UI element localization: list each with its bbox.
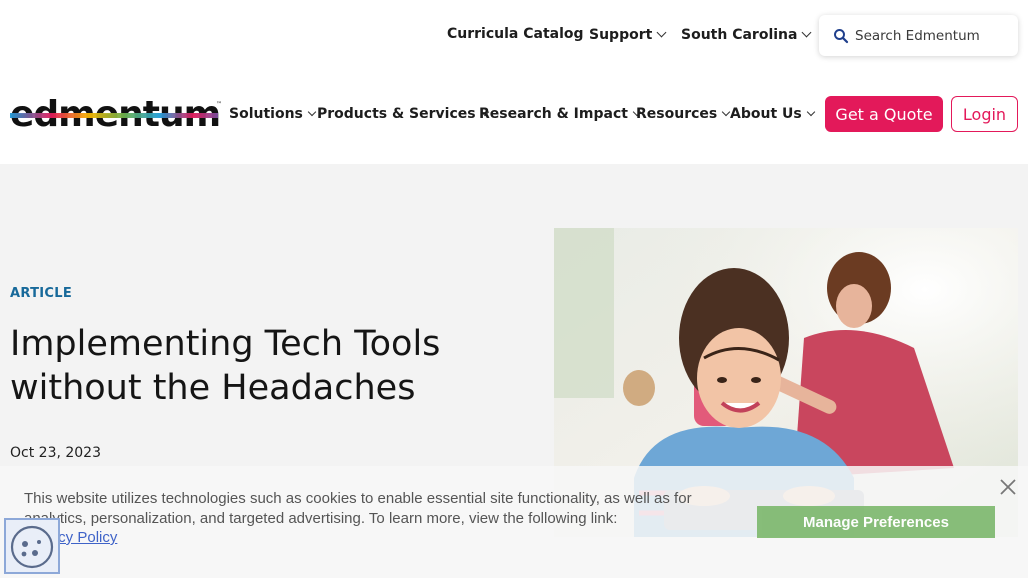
nav-about-label: About Us xyxy=(730,106,802,122)
nav-resources[interactable]: Resources xyxy=(636,106,731,122)
search-box[interactable] xyxy=(819,15,1018,56)
article-eyebrow: ARTICLE xyxy=(10,286,72,301)
cookie-icon xyxy=(10,525,54,569)
chevron-down-icon xyxy=(806,107,815,117)
nav-solutions[interactable]: Solutions xyxy=(229,106,317,122)
nav-resources-label: Resources xyxy=(636,106,718,122)
login-button[interactable]: Login xyxy=(951,96,1018,132)
region-selector[interactable]: South Carolina xyxy=(681,27,812,43)
nav-about-us[interactable]: About Us xyxy=(730,106,815,122)
curricula-catalog-link[interactable]: Curricula Catalog xyxy=(447,26,584,42)
get-a-quote-button[interactable]: Get a Quote xyxy=(825,96,943,132)
chevron-down-icon xyxy=(307,107,317,117)
edmentum-logo[interactable]: edmentum ™ xyxy=(10,94,224,135)
manage-preferences-button[interactable]: Manage Preferences xyxy=(757,506,995,538)
cookie-settings-badge[interactable] xyxy=(4,518,60,574)
nav-research-impact[interactable]: Research & Impact xyxy=(479,106,642,122)
support-label: Support xyxy=(589,27,653,43)
edmentum-logo-image: edmentum ™ xyxy=(10,94,222,135)
article-date: Oct 23, 2023 xyxy=(10,445,101,461)
utility-bar: Curricula Catalog Support South Carolina xyxy=(0,0,1028,72)
cookie-banner: This website utilizes technologies such … xyxy=(0,466,1028,578)
support-menu[interactable]: Support xyxy=(589,27,667,43)
page-title: Implementing Tech Tools without the Head… xyxy=(10,324,441,408)
nav-products-services[interactable]: Products & Services xyxy=(317,106,489,122)
main-nav: edmentum ™ Solutions Products & Services… xyxy=(0,82,1028,146)
cookie-text: This website utilizes technologies such … xyxy=(24,490,692,527)
nav-solutions-label: Solutions xyxy=(229,106,303,122)
close-icon[interactable] xyxy=(999,478,1017,496)
nav-products-label: Products & Services xyxy=(317,106,476,122)
region-label: South Carolina xyxy=(681,27,798,43)
search-input[interactable] xyxy=(855,15,1015,56)
chevron-down-icon xyxy=(802,27,812,38)
chevron-down-icon xyxy=(656,27,667,38)
nav-research-label: Research & Impact xyxy=(479,106,628,122)
svg-text:™: ™ xyxy=(216,101,222,108)
search-icon[interactable] xyxy=(832,27,850,45)
curricula-catalog-label: Curricula Catalog xyxy=(447,26,584,42)
